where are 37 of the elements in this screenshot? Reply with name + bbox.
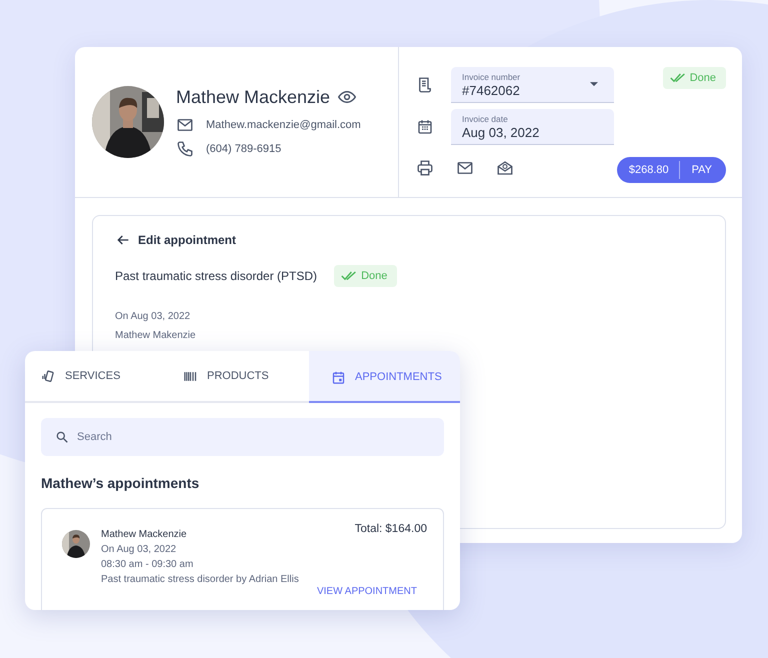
customer-name: Mathew Mackenzie [176, 86, 330, 108]
client-name: Mathew Mackenzie [101, 529, 188, 540]
double-check-icon [341, 271, 358, 281]
tab[interactable]: SERVICES [25, 351, 167, 401]
tab[interactable]: PRODUCTS [167, 351, 309, 401]
invoice-number-field[interactable]: Invoice number #7462062 [451, 67, 614, 103]
tablet-icon [41, 368, 56, 384]
receipt-icon [416, 76, 434, 94]
description-text: Past traumatic stress disorder by Adrian Ellis [101, 574, 300, 585]
email-text: Mathew.mackenzie@gmail.com [206, 118, 361, 130]
view-appointment-link[interactable]: VIEW APPOINTMENT [316, 586, 417, 597]
status-text: Done [361, 270, 388, 282]
search-field[interactable]: Search [41, 418, 444, 456]
mail-icon[interactable] [456, 159, 474, 177]
pay-button[interactable]: PAY [680, 157, 726, 183]
time-text: 08:30 am - 09:30 am [101, 559, 194, 570]
invoice-date-field[interactable]: Invoice date Aug 03, 2022 [451, 109, 614, 145]
search-icon [55, 430, 69, 444]
double-check-icon [670, 73, 686, 83]
calendar-icon [331, 370, 346, 384]
date-text: On Aug 03, 2022 [101, 544, 178, 555]
amount-text: $268.80 [616, 161, 680, 179]
date-text: On Aug 03, 2022 [115, 311, 192, 322]
service-name: Past traumatic stress disorder (PTSD) [115, 269, 318, 283]
section-heading: Mathew’s appointments [41, 475, 200, 491]
client-name: Mathew Makenzie [115, 330, 197, 341]
phone-icon [176, 140, 194, 158]
print-icon[interactable] [416, 159, 434, 177]
tab[interactable]: APPOINTMENTS [309, 351, 460, 403]
caret-icon [590, 82, 598, 87]
envelope-coin-icon[interactable] [496, 159, 514, 177]
calendar-icon [416, 118, 434, 136]
eye-icon[interactable] [338, 88, 356, 106]
page-title: Edit appointment [138, 233, 236, 247]
phone-text: (604) 789-6915 [206, 142, 282, 154]
total-text: Total: $164.00 [354, 523, 427, 535]
status-text: Done [690, 72, 716, 84]
